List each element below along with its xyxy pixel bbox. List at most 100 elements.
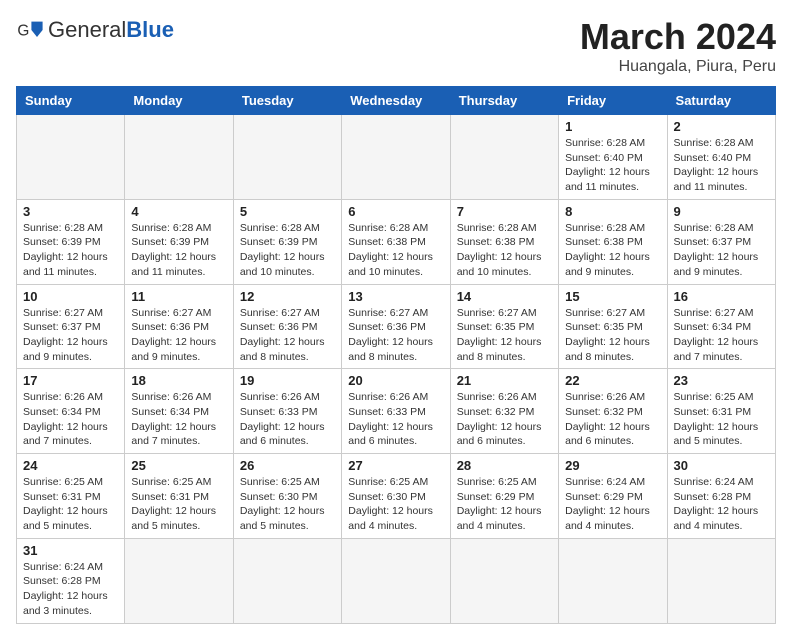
day-number: 8 xyxy=(565,204,660,219)
day-number: 3 xyxy=(23,204,118,219)
day-number: 31 xyxy=(23,543,118,558)
title-area: March 2024 Huangala, Piura, Peru xyxy=(580,16,776,76)
day-info: Sunrise: 6:26 AM Sunset: 6:33 PM Dayligh… xyxy=(348,390,443,449)
weekday-header: Friday xyxy=(559,87,667,115)
day-info: Sunrise: 6:27 AM Sunset: 6:37 PM Dayligh… xyxy=(23,306,118,365)
calendar-day-cell xyxy=(450,538,558,623)
weekday-header: Wednesday xyxy=(342,87,450,115)
calendar-day-cell: 8Sunrise: 6:28 AM Sunset: 6:38 PM Daylig… xyxy=(559,199,667,284)
calendar-week-row: 24 Sunrise: 6:25 AM Sunset: 6:31 PM Dayli… xyxy=(17,454,776,539)
calendar-day-cell xyxy=(342,538,450,623)
day-number: 6 xyxy=(348,204,443,219)
day-info: Sunrise: 6:28 AM Sunset: 6:38 PM Dayligh… xyxy=(457,221,552,280)
calendar-day-cell: 20Sunrise: 6:26 AM Sunset: 6:33 PM Dayli… xyxy=(342,369,450,454)
day-number: 29 xyxy=(565,458,660,473)
day-number: 30 xyxy=(674,458,769,473)
calendar-day-cell: 6 Sunrise: 6:28 AM Sunset: 6:38 PM Daylig… xyxy=(342,199,450,284)
calendar-table: SundayMondayTuesdayWednesdayThursdayFrid… xyxy=(16,86,776,624)
day-number: 9 xyxy=(674,204,769,219)
day-info: Sunrise: 6:27 AM Sunset: 6:36 PM Dayligh… xyxy=(131,306,226,365)
calendar-day-cell: 29Sunrise: 6:24 AM Sunset: 6:29 PM Dayli… xyxy=(559,454,667,539)
calendar-day-cell: 13Sunrise: 6:27 AM Sunset: 6:36 PM Dayli… xyxy=(342,284,450,369)
calendar-day-cell: 30 Sunrise: 6:24 AM Sunset: 6:28 PM Dayli… xyxy=(667,454,775,539)
day-info: Sunrise: 6:25 AM Sunset: 6:31 PM Dayligh… xyxy=(674,390,769,449)
day-info: Sunrise: 6:24 AM Sunset: 6:28 PM Dayligh… xyxy=(674,475,769,534)
weekday-row: SundayMondayTuesdayWednesdayThursdayFrid… xyxy=(17,87,776,115)
calendar-day-cell: 9Sunrise: 6:28 AM Sunset: 6:37 PM Daylig… xyxy=(667,199,775,284)
weekday-header: Monday xyxy=(125,87,233,115)
calendar-week-row: 31Sunrise: 6:24 AM Sunset: 6:28 PM Dayli… xyxy=(17,538,776,623)
day-number: 1 xyxy=(565,119,660,134)
day-info: Sunrise: 6:25 AM Sunset: 6:29 PM Dayligh… xyxy=(457,475,552,534)
calendar-day-cell: 28Sunrise: 6:25 AM Sunset: 6:29 PM Dayli… xyxy=(450,454,558,539)
day-info: Sunrise: 6:26 AM Sunset: 6:33 PM Dayligh… xyxy=(240,390,335,449)
day-number: 4 xyxy=(131,204,226,219)
day-info: Sunrise: 6:28 AM Sunset: 6:39 PM Dayligh… xyxy=(240,221,335,280)
day-info: Sunrise: 6:27 AM Sunset: 6:35 PM Dayligh… xyxy=(565,306,660,365)
calendar-day-cell xyxy=(125,538,233,623)
calendar-day-cell: 27 Sunrise: 6:25 AM Sunset: 6:30 PM Dayli… xyxy=(342,454,450,539)
calendar-day-cell: 4Sunrise: 6:28 AM Sunset: 6:39 PM Daylig… xyxy=(125,199,233,284)
calendar-day-cell: 22 Sunrise: 6:26 AM Sunset: 6:32 PM Dayli… xyxy=(559,369,667,454)
calendar-day-cell: 26 Sunrise: 6:25 AM Sunset: 6:30 PM Dayli… xyxy=(233,454,341,539)
calendar-day-cell: 5Sunrise: 6:28 AM Sunset: 6:39 PM Daylig… xyxy=(233,199,341,284)
day-info: Sunrise: 6:27 AM Sunset: 6:36 PM Dayligh… xyxy=(240,306,335,365)
calendar-body: 1 Sunrise: 6:28 AM Sunset: 6:40 PM Daylig… xyxy=(17,115,776,624)
calendar-week-row: 3 Sunrise: 6:28 AM Sunset: 6:39 PM Daylig… xyxy=(17,199,776,284)
day-info: Sunrise: 6:28 AM Sunset: 6:40 PM Dayligh… xyxy=(565,136,660,195)
weekday-header: Saturday xyxy=(667,87,775,115)
day-info: Sunrise: 6:25 AM Sunset: 6:30 PM Dayligh… xyxy=(240,475,335,534)
day-number: 22 xyxy=(565,373,660,388)
calendar-day-cell: 11Sunrise: 6:27 AM Sunset: 6:36 PM Dayli… xyxy=(125,284,233,369)
day-info: Sunrise: 6:25 AM Sunset: 6:31 PM Dayligh… xyxy=(23,475,118,534)
day-number: 21 xyxy=(457,373,552,388)
calendar-day-cell xyxy=(233,538,341,623)
day-number: 26 xyxy=(240,458,335,473)
day-info: Sunrise: 6:25 AM Sunset: 6:31 PM Dayligh… xyxy=(131,475,226,534)
calendar-day-cell: 15 Sunrise: 6:27 AM Sunset: 6:35 PM Dayli… xyxy=(559,284,667,369)
day-number: 13 xyxy=(348,289,443,304)
calendar-day-cell: 25Sunrise: 6:25 AM Sunset: 6:31 PM Dayli… xyxy=(125,454,233,539)
calendar-day-cell: 16Sunrise: 6:27 AM Sunset: 6:34 PM Dayli… xyxy=(667,284,775,369)
calendar-day-cell xyxy=(342,115,450,200)
calendar-day-cell: 24 Sunrise: 6:25 AM Sunset: 6:31 PM Dayli… xyxy=(17,454,125,539)
day-number: 10 xyxy=(23,289,118,304)
svg-text:G: G xyxy=(17,23,29,40)
day-info: Sunrise: 6:28 AM Sunset: 6:38 PM Dayligh… xyxy=(348,221,443,280)
calendar-day-cell: 1 Sunrise: 6:28 AM Sunset: 6:40 PM Daylig… xyxy=(559,115,667,200)
day-info: Sunrise: 6:26 AM Sunset: 6:32 PM Dayligh… xyxy=(457,390,552,449)
calendar-day-cell xyxy=(450,115,558,200)
calendar-day-cell xyxy=(17,115,125,200)
day-number: 23 xyxy=(674,373,769,388)
day-number: 17 xyxy=(23,373,118,388)
header: G GeneralBlue March 2024 Huangala, Piura… xyxy=(16,16,776,76)
calendar-day-cell: 2Sunrise: 6:28 AM Sunset: 6:40 PM Daylig… xyxy=(667,115,775,200)
logo-icon: G xyxy=(16,16,44,44)
logo: G GeneralBlue xyxy=(16,16,174,44)
day-info: Sunrise: 6:26 AM Sunset: 6:32 PM Dayligh… xyxy=(565,390,660,449)
day-number: 24 xyxy=(23,458,118,473)
day-number: 2 xyxy=(674,119,769,134)
calendar-day-cell xyxy=(233,115,341,200)
day-info: Sunrise: 6:26 AM Sunset: 6:34 PM Dayligh… xyxy=(131,390,226,449)
calendar-day-cell xyxy=(559,538,667,623)
day-number: 27 xyxy=(348,458,443,473)
day-info: Sunrise: 6:25 AM Sunset: 6:30 PM Dayligh… xyxy=(348,475,443,534)
day-number: 18 xyxy=(131,373,226,388)
calendar-day-cell: 18 Sunrise: 6:26 AM Sunset: 6:34 PM Dayli… xyxy=(125,369,233,454)
calendar-day-cell xyxy=(667,538,775,623)
day-number: 16 xyxy=(674,289,769,304)
calendar-header: SundayMondayTuesdayWednesdayThursdayFrid… xyxy=(17,87,776,115)
day-number: 7 xyxy=(457,204,552,219)
calendar-title: March 2024 xyxy=(580,16,776,58)
calendar-day-cell: 21 Sunrise: 6:26 AM Sunset: 6:32 PM Dayli… xyxy=(450,369,558,454)
calendar-day-cell: 31Sunrise: 6:24 AM Sunset: 6:28 PM Dayli… xyxy=(17,538,125,623)
calendar-day-cell xyxy=(125,115,233,200)
calendar-day-cell: 7 Sunrise: 6:28 AM Sunset: 6:38 PM Daylig… xyxy=(450,199,558,284)
day-number: 15 xyxy=(565,289,660,304)
calendar-day-cell: 14Sunrise: 6:27 AM Sunset: 6:35 PM Dayli… xyxy=(450,284,558,369)
calendar-day-cell: 3Sunrise: 6:28 AM Sunset: 6:39 PM Daylig… xyxy=(17,199,125,284)
calendar-week-row: 1 Sunrise: 6:28 AM Sunset: 6:40 PM Daylig… xyxy=(17,115,776,200)
calendar-day-cell: 19Sunrise: 6:26 AM Sunset: 6:33 PM Dayli… xyxy=(233,369,341,454)
day-number: 12 xyxy=(240,289,335,304)
